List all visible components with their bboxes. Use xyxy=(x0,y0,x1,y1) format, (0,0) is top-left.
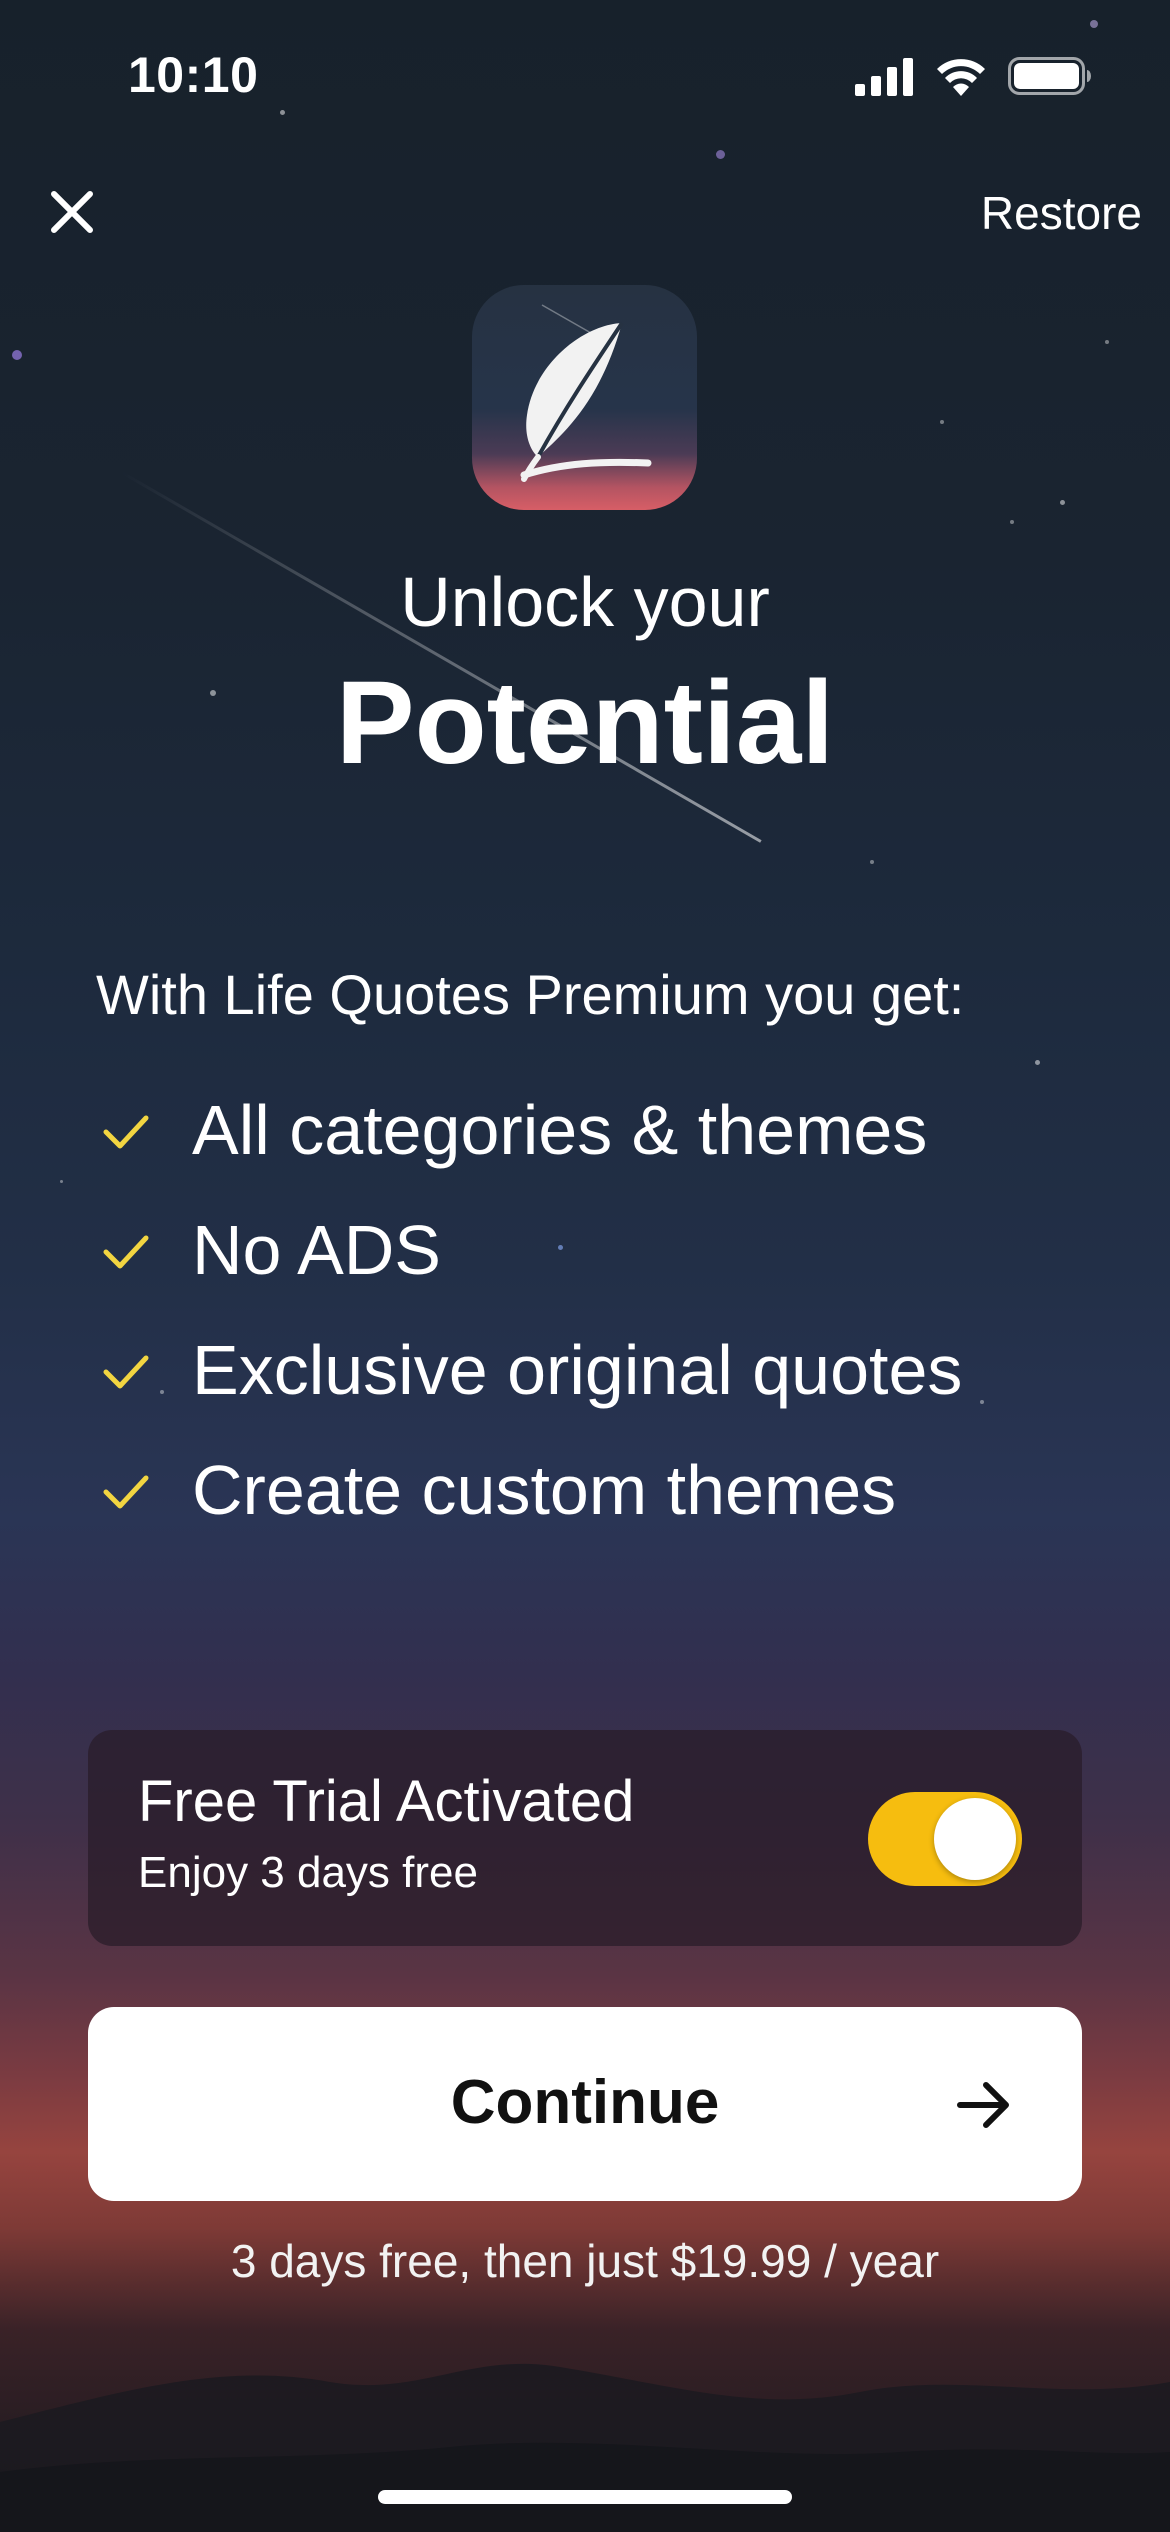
star xyxy=(12,350,22,360)
star xyxy=(1060,500,1065,505)
checkmark-icon xyxy=(103,1475,149,1509)
star xyxy=(1035,1060,1040,1065)
free-trial-card[interactable]: Free Trial Activated Enjoy 3 days free xyxy=(88,1730,1082,1946)
app-logo xyxy=(472,285,697,510)
star xyxy=(980,1400,984,1404)
headline-subtitle: Unlock your xyxy=(400,563,770,641)
price-note: 3 days free, then just $19.99 / year xyxy=(230,2235,940,2287)
feature-list: All categories & themes No ADS Exclusive… xyxy=(96,1070,962,1550)
status-time: 10:10 xyxy=(128,47,259,103)
restore-button[interactable]: Restore xyxy=(981,186,1142,240)
star xyxy=(870,860,874,864)
features-intro: With Life Quotes Premium you get: xyxy=(96,963,965,1026)
list-item: Create custom themes xyxy=(96,1430,962,1550)
cellular-signal-icon xyxy=(855,58,913,96)
paywall-screen: 10:10 Restore Unlock your Potential With… xyxy=(0,0,1170,2532)
close-icon xyxy=(51,191,93,233)
feature-label: No ADS xyxy=(192,1211,441,1289)
feature-label: Exclusive original quotes xyxy=(192,1331,963,1409)
feature-label: Create custom themes xyxy=(192,1451,897,1529)
checkmark-icon xyxy=(103,1355,149,1389)
close-button[interactable] xyxy=(40,180,104,244)
status-bar: 10:10 xyxy=(0,0,1170,150)
trial-subtitle: Enjoy 3 days free xyxy=(138,1848,478,1897)
checkmark-icon xyxy=(103,1115,149,1149)
home-indicator[interactable] xyxy=(378,2490,792,2504)
star xyxy=(940,420,944,424)
wifi-icon xyxy=(937,59,985,96)
free-trial-toggle[interactable] xyxy=(868,1792,1022,1886)
star xyxy=(716,150,725,159)
list-item: All categories & themes xyxy=(96,1070,962,1190)
feather-quill-icon xyxy=(520,304,652,482)
star xyxy=(1105,340,1109,344)
star xyxy=(1010,520,1014,524)
star xyxy=(60,1180,63,1183)
battery-icon xyxy=(1008,57,1091,95)
list-item: Exclusive original quotes xyxy=(96,1310,962,1430)
trial-title: Free Trial Activated xyxy=(138,1769,635,1834)
arrow-right-icon xyxy=(957,2082,1009,2128)
feature-label: All categories & themes xyxy=(192,1091,928,1169)
continue-button[interactable]: Continue xyxy=(88,2007,1082,2201)
checkmark-icon xyxy=(103,1235,149,1269)
continue-label: Continue xyxy=(450,2068,720,2137)
toggle-knob xyxy=(934,1798,1016,1880)
page-title: Potential xyxy=(335,657,835,789)
list-item: No ADS xyxy=(96,1190,962,1310)
